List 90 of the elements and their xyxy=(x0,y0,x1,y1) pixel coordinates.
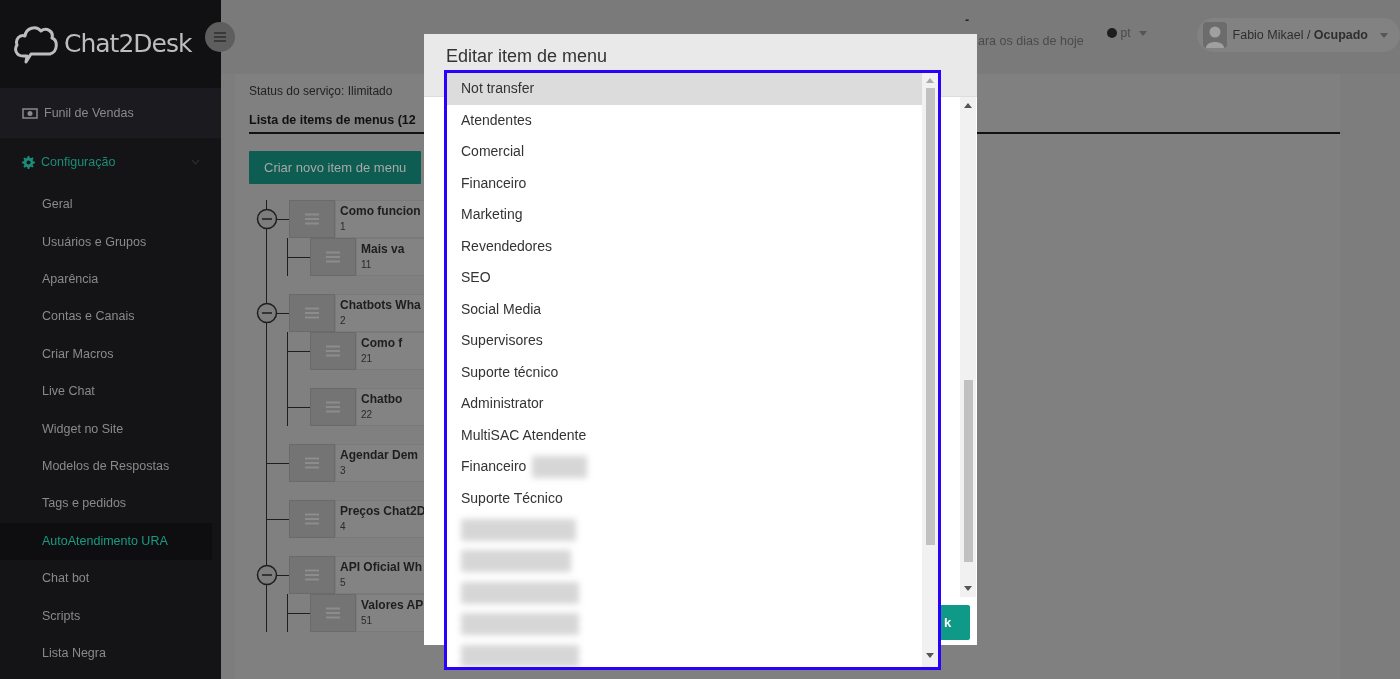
drag-handle-icon xyxy=(326,401,340,414)
sidebar-item[interactable]: Aparência xyxy=(0,260,212,299)
dropdown-option[interactable]: Revendedores xyxy=(447,230,922,262)
dropdown-option[interactable]: Not transfer xyxy=(447,73,922,105)
sidebar-item[interactable]: Criar Macros xyxy=(0,335,212,373)
drag-handle-icon xyxy=(326,251,340,264)
dropdown-option[interactable]: Suporte técnico xyxy=(447,356,922,388)
drag-handle[interactable] xyxy=(289,200,335,239)
settings-icon xyxy=(22,155,35,169)
dialog-title: Editar item de menu xyxy=(446,45,608,67)
node-number: 11 xyxy=(361,258,373,273)
dropdown-option[interactable]: MultiSAC Atendente xyxy=(447,419,922,451)
list-title: Lista de items de menus (12 xyxy=(249,112,416,129)
node-number: 2 xyxy=(340,314,347,329)
sidebar-item[interactable]: Scripts xyxy=(0,597,212,635)
sidebar-item[interactable]: Tags e pedidos xyxy=(0,485,212,523)
node-title: Agendar Dem xyxy=(340,447,420,465)
collapse-icon[interactable] xyxy=(256,208,278,231)
sidebar-item[interactable]: Widget no Site xyxy=(0,410,212,448)
collapse-icon[interactable] xyxy=(256,564,278,587)
dropdown-option[interactable]: Marketing xyxy=(447,199,922,231)
scroll-down-icon[interactable] xyxy=(964,586,972,592)
drag-handle-icon xyxy=(326,607,340,620)
drag-handle[interactable] xyxy=(289,500,335,539)
node-number: 5 xyxy=(340,576,347,591)
sidebar-item[interactable]: Usuários e Grupos xyxy=(0,223,212,261)
menu-icon xyxy=(214,32,226,42)
sidebar-item[interactable]: Modelos de Respostas xyxy=(0,447,212,486)
dash-text: - xyxy=(965,14,971,26)
node-title: Como funcion xyxy=(340,203,422,221)
drag-handle[interactable] xyxy=(289,294,335,333)
node-title: Chatbots Wha xyxy=(340,297,422,315)
drag-handle[interactable] xyxy=(289,556,335,595)
user-menu[interactable]: Fabio Mikael / Ocupado xyxy=(1196,18,1400,52)
globe-icon xyxy=(1106,28,1117,38)
dropdown-option[interactable]: Supervisores xyxy=(447,325,922,357)
caret-icon xyxy=(1138,30,1147,36)
logo-text: Chat2Desk xyxy=(64,28,192,61)
sidebar-item[interactable]: Funil de Vendas xyxy=(0,88,221,138)
drag-handle[interactable] xyxy=(289,444,335,483)
sidebar-item[interactable]: Live Chat xyxy=(0,372,212,411)
node-number: 4 xyxy=(340,520,347,535)
node-number: 3 xyxy=(340,464,347,479)
drag-handle-icon xyxy=(305,513,319,526)
node-number: 22 xyxy=(361,408,374,423)
sidebar-item[interactable]: Lista Negra xyxy=(0,634,212,673)
drag-handle-icon xyxy=(305,569,319,582)
node-number: 51 xyxy=(361,614,374,629)
drag-handle-icon xyxy=(305,213,319,226)
collapse-icon[interactable] xyxy=(256,302,278,325)
node-number: 1 xyxy=(340,220,347,235)
dropdown-option[interactable]: SEO xyxy=(447,262,922,294)
create-item-button[interactable]: Criar novo item de menu xyxy=(249,150,422,185)
drag-handle[interactable] xyxy=(310,332,356,371)
drag-handle-icon xyxy=(326,345,340,358)
dropdown-option[interactable]: Social Media xyxy=(447,293,922,325)
sidebar-item[interactable]: Configuração xyxy=(0,138,212,186)
sidebar-item[interactable]: Geral xyxy=(0,186,212,224)
caret-icon xyxy=(1380,32,1388,38)
sidebar-item[interactable]: AutoAtendimento URA xyxy=(0,522,212,560)
drag-handle[interactable] xyxy=(310,388,356,427)
node-title: Chatbo xyxy=(361,391,404,409)
node-title: Valores AP xyxy=(361,597,424,615)
node-number: 21 xyxy=(361,352,374,367)
user-status-text: Fabio Mikael / Ocupado xyxy=(1232,26,1368,44)
sidebar-item[interactable]: Chat bot xyxy=(0,559,212,598)
sidebar-item[interactable]: Contas e Canais xyxy=(0,298,212,336)
banknote-icon xyxy=(22,107,38,119)
scroll-thumb[interactable] xyxy=(925,88,935,545)
scrollbar[interactable] xyxy=(960,97,976,597)
dropdown-option[interactable]: Financeiro xyxy=(447,451,922,483)
scroll-down-icon[interactable] xyxy=(926,653,934,659)
drag-handle-icon xyxy=(305,307,319,320)
node-title: Preços Chat2D xyxy=(340,503,424,521)
drag-handle[interactable] xyxy=(310,594,356,633)
scrollbar[interactable] xyxy=(922,73,938,667)
drag-handle[interactable] xyxy=(310,238,356,277)
node-title: Como f xyxy=(361,335,404,353)
status-text: Status do serviço: Ilimitado xyxy=(249,83,393,100)
dropdown-option[interactable]: Atendentes xyxy=(447,104,922,136)
dropdown-option[interactable]: Administrator xyxy=(447,388,922,420)
scroll-up-icon[interactable] xyxy=(964,102,972,108)
dropdown-option[interactable]: Comercial xyxy=(447,136,922,168)
scroll-thumb[interactable] xyxy=(963,380,973,562)
drag-handle-icon xyxy=(305,457,319,470)
dropdown-option[interactable]: Suporte Técnico xyxy=(447,482,922,514)
node-title: Mais va xyxy=(361,241,406,259)
node-title: API Oficial Wh xyxy=(340,559,423,577)
avatar-icon xyxy=(1202,22,1227,48)
dropdown-option[interactable]: Financeiro xyxy=(447,167,922,199)
